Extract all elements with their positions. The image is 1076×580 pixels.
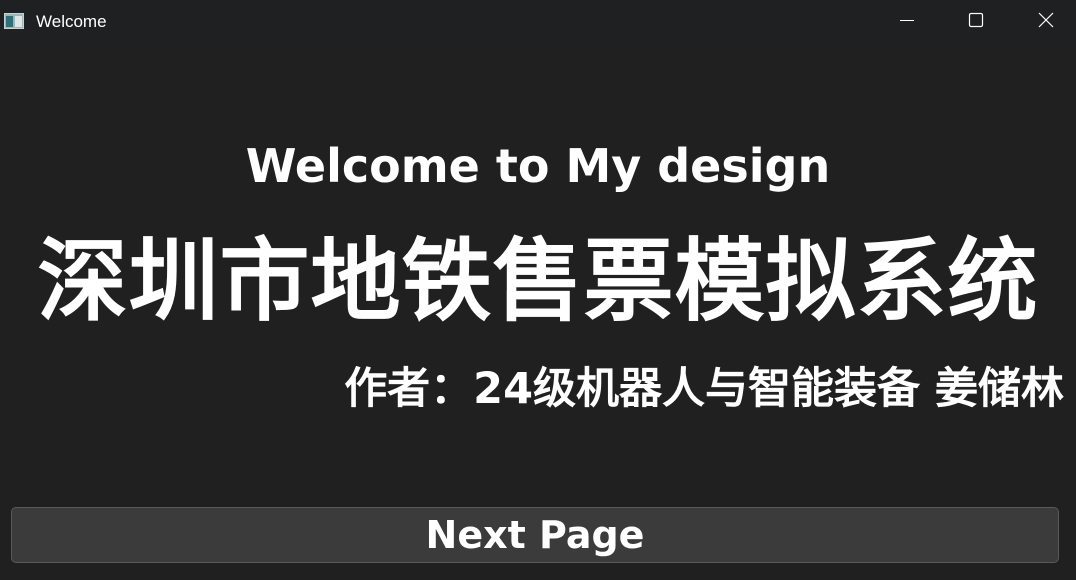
minimize-icon	[899, 12, 915, 32]
maximize-button[interactable]	[941, 0, 1011, 44]
welcome-window: Welcome Welcome to My design 深圳市地铁售票模拟系统…	[0, 0, 1076, 580]
close-icon	[1038, 12, 1054, 32]
close-button[interactable]	[1011, 0, 1076, 44]
next-page-button[interactable]: Next Page	[11, 507, 1059, 563]
maximize-icon	[968, 12, 984, 32]
minimize-button[interactable]	[872, 0, 942, 44]
content-area: Welcome to My design 深圳市地铁售票模拟系统 作者：24级机…	[0, 44, 1076, 580]
title-bar[interactable]: Welcome	[0, 0, 1076, 44]
welcome-heading: Welcome to My design	[245, 139, 831, 193]
app-window-icon	[4, 13, 24, 29]
window-title: Welcome	[36, 12, 107, 31]
system-title: 深圳市地铁售票模拟系统	[37, 229, 1039, 334]
author-line: 作者：24级机器人与智能装备 姜储林	[344, 364, 1064, 414]
